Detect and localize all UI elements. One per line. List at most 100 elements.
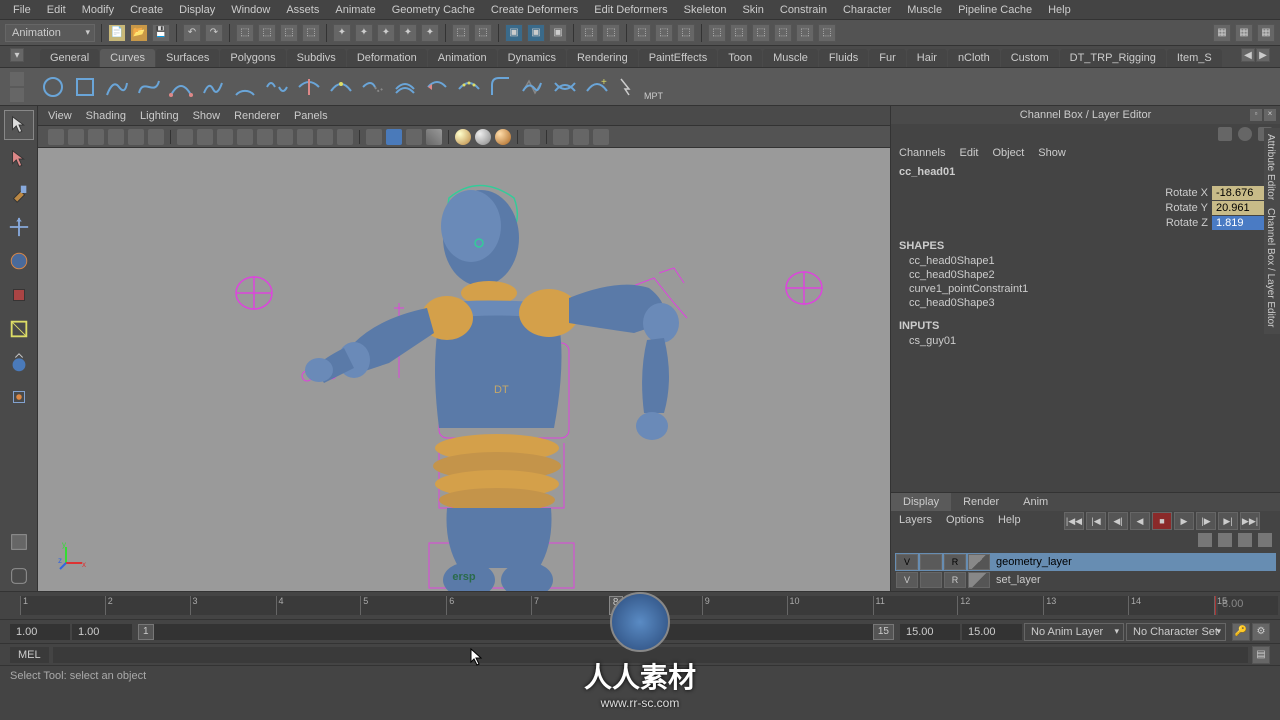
vt-shadows-icon[interactable] [426,129,442,145]
layer-type-toggle[interactable]: R [944,572,966,588]
step-back-key-icon[interactable]: |◀ [1086,512,1106,530]
circle-curve-icon[interactable] [40,74,66,100]
cb-object-name[interactable]: cc_head01 [899,166,1272,178]
layer-tab-display[interactable]: Display [891,493,951,511]
vt-bookmark-icon[interactable] [88,129,104,145]
viewport-menu-view[interactable]: View [48,110,72,122]
layer-playback-toggle[interactable] [920,572,942,588]
snap-point-icon[interactable]: ✦ [377,24,395,42]
shelf-edit-icon[interactable] [10,72,24,86]
new-scene-icon[interactable]: 📄 [108,24,126,42]
vt-image-plane-icon[interactable] [108,129,124,145]
shelf-tab-custom[interactable]: Custom [1001,49,1059,67]
menu-create[interactable]: Create [122,4,171,16]
layer-color-swatch[interactable] [968,572,990,588]
stop-icon[interactable]: ■ [1152,512,1172,530]
save-scene-icon[interactable]: 💾 [152,24,170,42]
rotate-tool-icon[interactable] [4,246,34,276]
snap-grid-icon[interactable]: ✦ [333,24,351,42]
shelf-tab-polygons[interactable]: Polygons [220,49,285,67]
menu-create-deformers[interactable]: Create Deformers [483,4,586,16]
sidebar-toggle2-icon[interactable]: ▦ [1235,24,1253,42]
cb-shape-1[interactable]: cc_head0Shape2 [909,268,1272,282]
vt-xray-icon[interactable] [553,129,569,145]
cb-rotatey-value[interactable]: 20.961 [1212,201,1272,215]
anim-layer-selector[interactable]: No Anim Layer [1024,623,1124,641]
cv-curve-icon[interactable] [136,74,162,100]
smooth-curve-icon[interactable] [520,74,546,100]
vt-use-lights-icon[interactable] [406,129,422,145]
layout2-icon[interactable]: ⬚ [730,24,748,42]
shelf-nav-right-icon[interactable]: ▶ [1256,48,1270,62]
mpt-tool-icon[interactable] [616,74,642,100]
menu-constrain[interactable]: Constrain [772,4,835,16]
render-settings-icon[interactable]: ▣ [549,24,567,42]
vt-light1-icon[interactable] [455,129,471,145]
layer-tab-anim[interactable]: Anim [1011,493,1060,511]
shelf-tab-ncloth[interactable]: nCloth [948,49,1000,67]
bezier-curve-icon[interactable] [168,74,194,100]
layer-move-down-icon[interactable] [1218,533,1232,547]
layer-visible-toggle[interactable]: V [896,572,918,588]
snap-plane-icon[interactable]: ✦ [399,24,417,42]
vt-lock-camera-icon[interactable] [68,129,84,145]
cb-shape-3[interactable]: cc_head0Shape3 [909,296,1272,310]
cb-menu-object[interactable]: Object [992,147,1024,159]
construction-history-icon[interactable]: ⬚ [633,24,651,42]
layer-tab-render[interactable]: Render [951,493,1011,511]
cb-minimize-icon[interactable]: ▫ [1250,109,1262,121]
layer-menu-help[interactable]: Help [998,514,1021,526]
layer-type-toggle[interactable]: R [944,554,966,570]
cb-menu-channels[interactable]: Channels [899,147,945,159]
shelf-tab-animation[interactable]: Animation [428,49,497,67]
script-editor-icon[interactable]: ▤ [1252,646,1270,664]
shelf-tab-curves[interactable]: Curves [100,49,155,67]
step-back-icon[interactable]: ◀| [1108,512,1128,530]
snap-curve-icon[interactable]: ✦ [355,24,373,42]
timeline-current-frame[interactable]: 8 [609,596,623,615]
select-tool-icon[interactable] [4,110,34,140]
menu-edit-deformers[interactable]: Edit Deformers [586,4,675,16]
reverse-curve-icon[interactable] [424,74,450,100]
lasso-tool-icon[interactable] [4,144,34,174]
anim-start-field[interactable]: 1.00 [10,624,70,640]
playback-end-field[interactable]: 15.00 [900,624,960,640]
menu-muscle[interactable]: Muscle [899,4,950,16]
square-curve-icon[interactable] [72,74,98,100]
play-backward-icon[interactable]: ◀ [1130,512,1150,530]
layout5-icon[interactable]: ⬚ [796,24,814,42]
cb-menu-edit[interactable]: Edit [959,147,978,159]
menu-modify[interactable]: Modify [74,4,122,16]
mode-selector[interactable]: Animation [5,24,95,42]
select-edge-icon[interactable]: ⬚ [258,24,276,42]
vt-light3-icon[interactable] [495,129,511,145]
attach-curve-icon[interactable] [264,74,290,100]
shelf-nav-left-icon[interactable]: ◀ [1241,48,1255,62]
vt-grid-icon[interactable] [177,129,193,145]
viewport-menu-shading[interactable]: Shading [86,110,126,122]
menu-assets[interactable]: Assets [278,4,327,16]
side-tab-attribute-editor[interactable]: Attribute Editor [1265,134,1279,200]
vt-textured-icon[interactable] [386,129,402,145]
menu-help[interactable]: Help [1040,4,1079,16]
layer-new-selected-icon[interactable] [1258,533,1272,547]
vt-safe-title-icon[interactable] [297,129,313,145]
shelf-tab-painteffects[interactable]: PaintEffects [639,49,718,67]
add-points-icon[interactable]: + [584,74,610,100]
cb-close-icon[interactable]: × [1264,109,1276,121]
menu-pipeline-cache[interactable]: Pipeline Cache [950,4,1040,16]
menu-skeleton[interactable]: Skeleton [676,4,735,16]
select-object-icon[interactable]: ⬚ [302,24,320,42]
soft-mod-tool-icon[interactable] [4,348,34,378]
select-face-icon[interactable]: ⬚ [280,24,298,42]
cb-menu-show[interactable]: Show [1038,147,1066,159]
cmd-input[interactable] [53,647,1248,663]
menu-window[interactable]: Window [223,4,278,16]
vt-film-gate-icon[interactable] [197,129,213,145]
layer-visible-toggle[interactable]: V [896,554,918,570]
layer-menu-layers[interactable]: Layers [899,514,932,526]
playback-start-field[interactable]: 1.00 [72,624,132,640]
layer-color-swatch[interactable] [968,554,990,570]
cb-rotatex-value[interactable]: -18.676 [1212,186,1272,200]
vt-xray-joint-icon[interactable] [573,129,589,145]
